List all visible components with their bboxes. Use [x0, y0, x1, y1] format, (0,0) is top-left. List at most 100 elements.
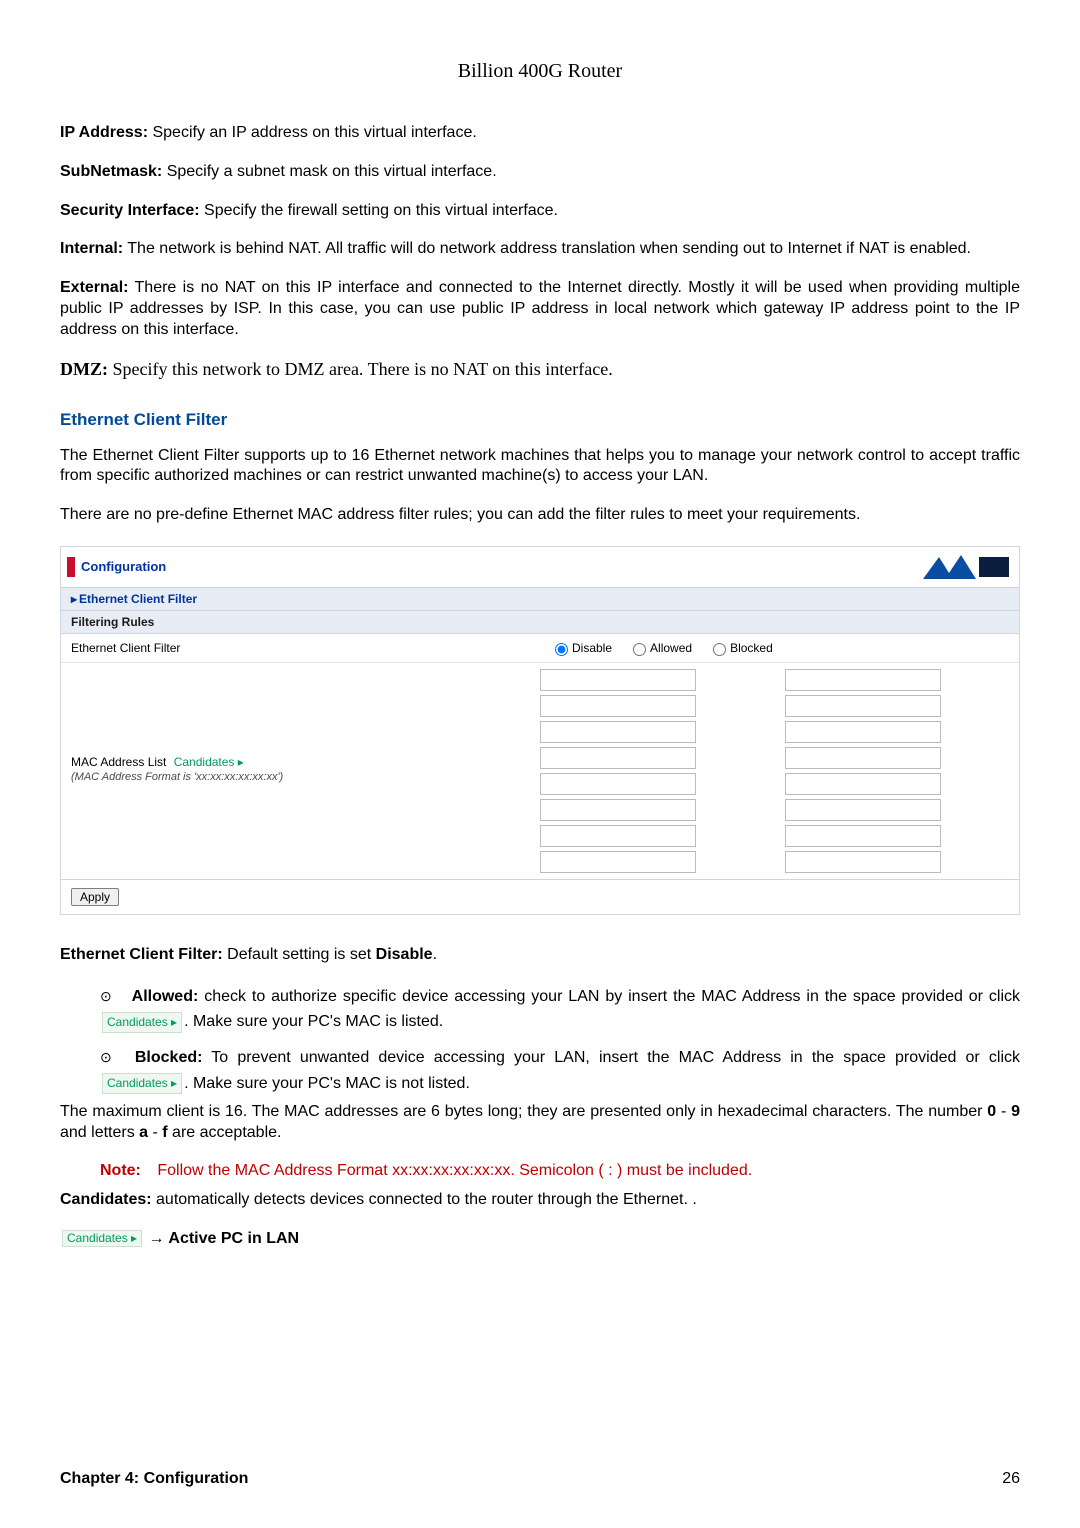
blocked-label: Blocked:	[135, 1049, 203, 1066]
mac-input-4[interactable]	[785, 695, 941, 717]
radio-blocked-input[interactable]	[713, 643, 726, 656]
ecf-default-text: Default setting is set	[223, 946, 376, 963]
apply-row: Apply	[61, 879, 1019, 914]
para-ext: External: There is no NAT on this IP int…	[60, 278, 1020, 340]
inline-candidates-2[interactable]: Candidates ▸	[102, 1073, 182, 1094]
note-label: Note:	[100, 1162, 141, 1179]
mac-input-7[interactable]	[540, 747, 696, 769]
mac-input-10[interactable]	[785, 773, 941, 795]
apply-button[interactable]: Apply	[71, 888, 119, 906]
section-p2: There are no pre-define Ethernet MAC add…	[60, 505, 1020, 526]
footer: Chapter 4: Configuration 26	[60, 1470, 1020, 1488]
blocked-text-a: To prevent unwanted device accessing you…	[202, 1049, 1020, 1066]
allowed-label: Allowed:	[132, 988, 199, 1005]
inline-candidates-1[interactable]: Candidates ▸	[102, 1012, 182, 1033]
radio-allowed[interactable]: Allowed	[628, 640, 692, 656]
para-dmz: DMZ: Specify this network to DMZ area. T…	[60, 359, 1020, 380]
config-subhead: ▸Ethernet Client Filter	[61, 588, 1019, 611]
dash1: -	[996, 1103, 1011, 1120]
max-tail: are acceptable.	[168, 1124, 282, 1141]
mac-input-14[interactable]	[785, 825, 941, 847]
footer-left: Chapter 4: Configuration	[60, 1470, 248, 1488]
page-title: Billion 400G Router	[60, 60, 1020, 83]
arrow-icon: ▸	[71, 592, 77, 606]
mac-input-grid	[540, 663, 1019, 879]
allowed-text: check to authorize specific device acces…	[198, 988, 1020, 1005]
config-subhead-text: Ethernet Client Filter	[79, 592, 197, 606]
mac-left: MAC Address List Candidates ▸ (MAC Addre…	[61, 751, 540, 791]
radio-blocked[interactable]: Blocked	[708, 640, 773, 656]
footer-right: 26	[1002, 1470, 1020, 1488]
inline-candidates-3[interactable]: Candidates ▸	[62, 1230, 142, 1248]
mac-format-note: (MAC Address Format is 'xx:xx:xx:xx:xx:x…	[71, 771, 530, 783]
mac-address-list-label: MAC Address List	[71, 755, 166, 769]
para-int: Internal: The network is behind NAT. All…	[60, 239, 1020, 260]
let-a: a	[139, 1124, 148, 1141]
radio-disable-input[interactable]	[555, 643, 568, 656]
note-text: Follow the MAC Address Format xx:xx:xx:x…	[157, 1162, 752, 1179]
title-bar-icon	[67, 557, 75, 577]
section-p1: The Ethernet Client Filter supports up t…	[60, 446, 1020, 488]
mac-input-9[interactable]	[540, 773, 696, 795]
num-9: 9	[1011, 1103, 1020, 1120]
mac-input-13[interactable]	[540, 825, 696, 847]
config-title: Configuration	[81, 559, 166, 574]
blocked-tail: . Make sure your PC's MAC is not listed.	[184, 1075, 470, 1092]
ecf-default-label: Ethernet Client Filter:	[60, 946, 223, 963]
billion-logo	[921, 553, 1011, 581]
mac-input-11[interactable]	[540, 799, 696, 821]
radio-disable[interactable]: Disable	[550, 640, 612, 656]
radio-allowed-label: Allowed	[650, 641, 692, 655]
mac-input-8[interactable]	[785, 747, 941, 769]
num-0: 0	[987, 1103, 996, 1120]
text-sub: Specify a subnet mask on this virtual in…	[162, 163, 496, 180]
mac-input-15[interactable]	[540, 851, 696, 873]
ecf-row-radios: Disable Allowed Blocked	[540, 634, 1019, 663]
label-sub: SubNetmask:	[60, 163, 162, 180]
candidates-label: Candidates:	[60, 1191, 152, 1208]
radio-disable-label: Disable	[572, 641, 612, 655]
config-rules-head: Filtering Rules	[61, 611, 1019, 634]
max-client-para: The maximum client is 16. The MAC addres…	[60, 1102, 1020, 1144]
config-panel: Configuration ▸Ethernet Client Filter Fi…	[60, 546, 1020, 915]
text-int: The network is behind NAT. All traffic w…	[123, 240, 971, 257]
bullet-allowed: ⊙ Allowed: check to authorize specific d…	[100, 984, 1020, 1035]
bullet-blocked: ⊙ Blocked: To prevent unwanted device ac…	[100, 1045, 1020, 1096]
label-ip: IP Address:	[60, 124, 148, 141]
mac-input-5[interactable]	[540, 721, 696, 743]
active-pc-row: Candidates ▸ → Active PC in LAN	[60, 1229, 1020, 1250]
para-sec: Security Interface: Specify the firewall…	[60, 201, 1020, 222]
mac-input-16[interactable]	[785, 851, 941, 873]
note-row: Note: Follow the MAC Address Format xx:x…	[100, 1162, 1020, 1180]
allowed-tail: . Make sure your PC's MAC is listed.	[184, 1013, 443, 1030]
mac-input-3[interactable]	[540, 695, 696, 717]
ecf-default: Ethernet Client Filter: Default setting …	[60, 945, 1020, 966]
bullet-icon: ⊙	[100, 1049, 112, 1065]
mac-input-2[interactable]	[785, 669, 941, 691]
mac-input-6[interactable]	[785, 721, 941, 743]
mac-input-1[interactable]	[540, 669, 696, 691]
text-dmz: Specify this network to DMZ area. There …	[108, 359, 613, 379]
config-title-row: Configuration	[61, 547, 1019, 588]
radio-allowed-input[interactable]	[633, 643, 646, 656]
para-ip: IP Address: Specify an IP address on thi…	[60, 123, 1020, 144]
label-dmz: DMZ:	[60, 359, 108, 379]
ecf-default-bold: Disable	[376, 946, 433, 963]
text-sec: Specify the firewall setting on this vir…	[200, 202, 558, 219]
text-ext: There is no NAT on this IP interface and…	[60, 279, 1020, 338]
mac-input-12[interactable]	[785, 799, 941, 821]
candidates-link[interactable]: Candidates ▸	[174, 755, 244, 769]
radio-blocked-label: Blocked	[730, 641, 773, 655]
dash2: -	[148, 1124, 162, 1141]
ecf-row-label: Ethernet Client Filter	[61, 634, 540, 663]
active-pc-text: → Active PC in LAN	[149, 1230, 300, 1247]
label-ext: External:	[60, 279, 128, 296]
label-int: Internal:	[60, 240, 123, 257]
bullet-icon: ⊙	[100, 988, 112, 1004]
candidates-para: Candidates: automatically detects device…	[60, 1190, 1020, 1211]
candidates-text: automatically detects devices connected …	[152, 1191, 697, 1208]
section-heading: Ethernet Client Filter	[60, 410, 1020, 430]
max-a: The maximum client is 16. The MAC addres…	[60, 1103, 987, 1120]
label-sec: Security Interface:	[60, 202, 200, 219]
para-sub: SubNetmask: Specify a subnet mask on thi…	[60, 162, 1020, 183]
